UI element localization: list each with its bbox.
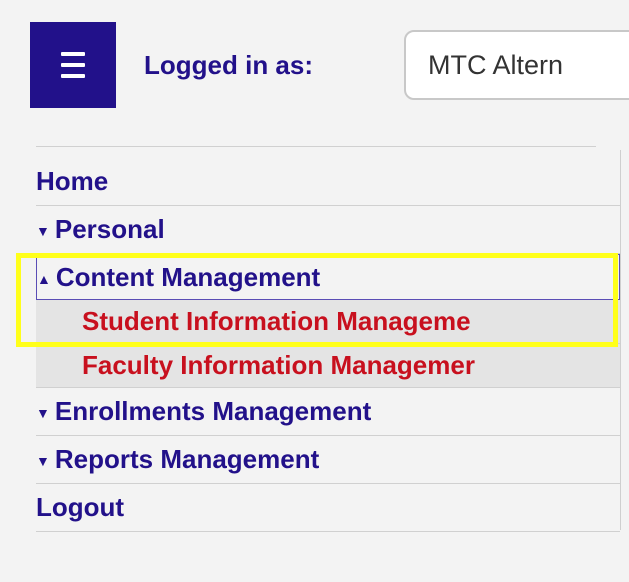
nav-item-label: Enrollments Management bbox=[54, 396, 372, 426]
chevron-up-icon: ▲ bbox=[37, 270, 51, 287]
chevron-down-icon: ▼ bbox=[36, 405, 50, 421]
menu-button[interactable] bbox=[30, 22, 116, 108]
hamburger-menu-icon-line bbox=[61, 63, 85, 67]
chevron-down-icon: ▼ bbox=[36, 453, 50, 469]
nav-subitem-label: Faculty Information Managemer bbox=[82, 350, 475, 380]
nav-item-personal[interactable]: ▼ Personal bbox=[36, 206, 620, 254]
nav-item-label: Logout bbox=[36, 492, 125, 522]
nav-item-logout[interactable]: Logout bbox=[36, 484, 620, 532]
nav-item-content-management[interactable]: ▲ Content Management bbox=[36, 254, 620, 300]
nav-subitem-label: Student Information Manageme bbox=[82, 306, 471, 336]
nav-subitem-student-information[interactable]: Student Information Manageme bbox=[36, 300, 620, 344]
sidebar-nav: Home ▼ Personal ▲ Content Management Stu… bbox=[36, 158, 620, 532]
nav-item-label: Content Management bbox=[55, 261, 321, 292]
chevron-down-icon: ▼ bbox=[36, 223, 50, 239]
content-divider bbox=[620, 150, 621, 530]
nav-item-reports[interactable]: ▼ Reports Management bbox=[36, 436, 620, 484]
logged-in-label: Logged in as: bbox=[144, 50, 313, 80]
nav-subitem-faculty-information[interactable]: Faculty Information Managemer bbox=[36, 344, 620, 388]
nav-item-label: Personal bbox=[54, 214, 165, 244]
nav-item-home[interactable]: Home bbox=[36, 158, 620, 206]
hamburger-menu-icon-line bbox=[61, 74, 85, 78]
nav-item-label: Home bbox=[36, 166, 109, 196]
header-divider bbox=[36, 146, 596, 147]
nav-item-enrollments[interactable]: ▼ Enrollments Management bbox=[36, 388, 620, 436]
hamburger-menu-icon-line bbox=[61, 52, 85, 56]
user-select[interactable]: MTC Altern bbox=[404, 30, 629, 100]
nav-item-label: Reports Management bbox=[54, 444, 320, 474]
